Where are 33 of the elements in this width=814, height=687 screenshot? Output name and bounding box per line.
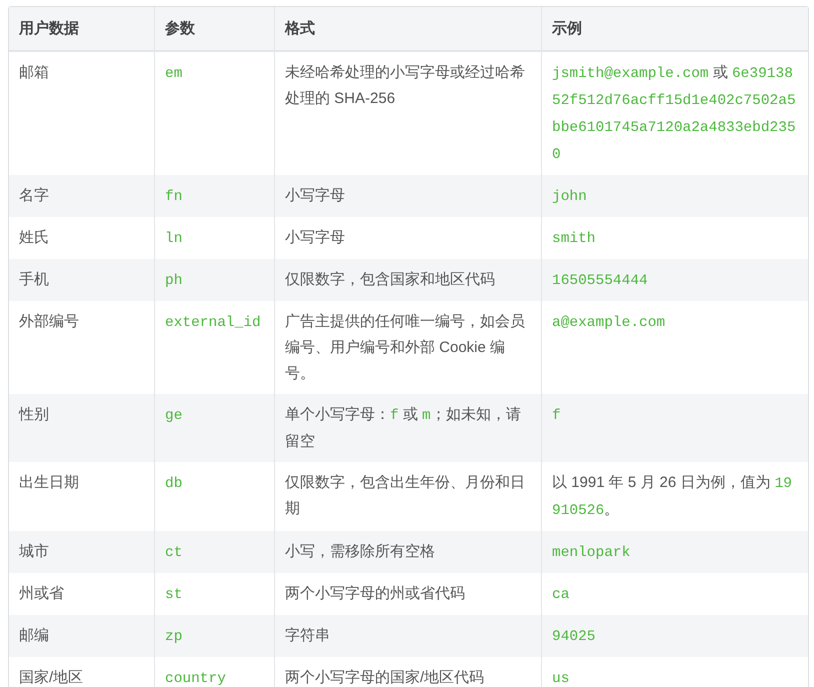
- table-cell: 仅限数字，包含国家和地区代码: [274, 259, 541, 301]
- table-cell: john: [541, 175, 808, 217]
- table-cell: 94025: [541, 615, 808, 657]
- column-header: 用户数据: [9, 7, 154, 52]
- table-cell: 名字: [9, 175, 154, 217]
- table-cell: us: [541, 657, 808, 687]
- table-cell: 16505554444: [541, 259, 808, 301]
- table-cell-text: 出生日期: [18, 473, 80, 493]
- column-header: 格式: [274, 7, 541, 52]
- table-cell-text: 姓氏: [18, 228, 50, 248]
- table-cell: ct: [154, 531, 274, 573]
- table-cell: country: [154, 657, 274, 687]
- table-cell: 小写字母: [274, 175, 541, 217]
- table-cell: f: [541, 394, 808, 462]
- table-cell-text: 外部编号: [18, 312, 80, 332]
- column-header: 示例: [541, 7, 808, 52]
- table-cell: ph: [154, 259, 274, 301]
- table-cell: 手机: [9, 259, 154, 301]
- table-cell: 字符串: [274, 615, 541, 657]
- table-cell: 小写，需移除所有空格: [274, 531, 541, 573]
- table-cell: menlopark: [541, 531, 808, 573]
- table-cell: zp: [154, 615, 274, 657]
- table-cell: 城市: [9, 531, 154, 573]
- column-header: 参数: [154, 7, 274, 52]
- table-cell: ge: [154, 394, 274, 462]
- table-cell: 邮编: [9, 615, 154, 657]
- table-cell: fn: [154, 175, 274, 217]
- table-cell-text: 邮箱: [18, 63, 50, 83]
- table-cell-text: 国家/地区: [18, 668, 84, 687]
- table-cell: 两个小写字母的国家/地区代码: [274, 657, 541, 687]
- table-cell: 单个小写字母：f 或 m；如未知，请留空: [274, 394, 541, 462]
- table-cell: 性别: [9, 394, 154, 462]
- table-cell-text: 州或省: [18, 584, 65, 604]
